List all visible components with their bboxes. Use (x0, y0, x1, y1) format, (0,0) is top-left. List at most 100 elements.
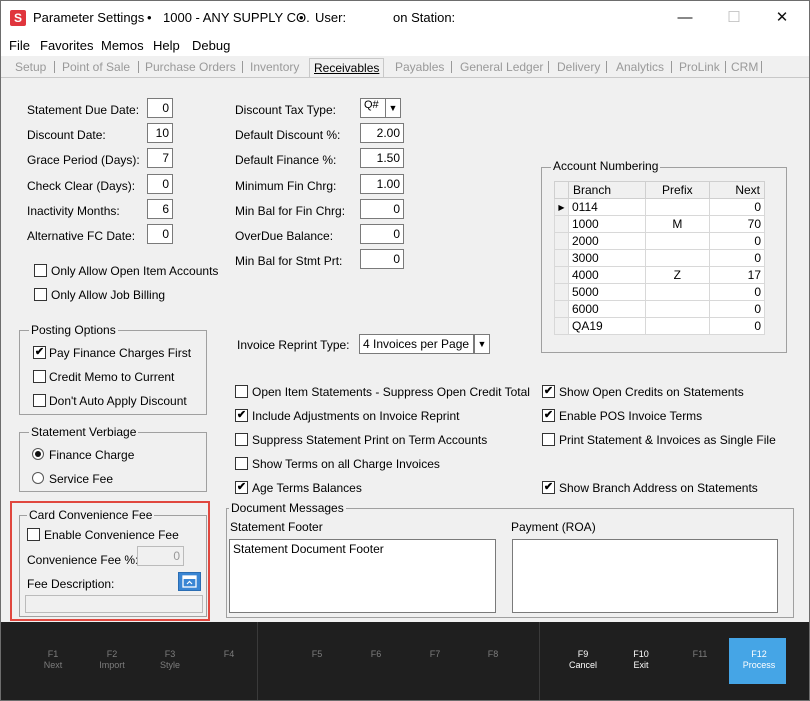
fkey-f3[interactable]: F3 Style (141, 649, 199, 671)
default-discount-input[interactable]: 2.00 (360, 123, 404, 143)
fkey-f10[interactable]: F10 Exit (612, 649, 670, 671)
min-bal-fin-chrg-input[interactable]: 0 (360, 199, 404, 219)
next-cell[interactable]: 0 (709, 283, 765, 301)
statement-due-date-input[interactable]: 0 (147, 98, 173, 118)
invoice-reprint-type-select[interactable]: 4 Invoices per Page (359, 334, 474, 354)
tab-purchase-orders[interactable]: Purchase Orders (145, 60, 236, 74)
payment-roa-textarea[interactable] (512, 539, 778, 613)
enable-convenience-fee-checkbox[interactable] (27, 528, 40, 541)
menu-help[interactable]: Help (153, 38, 180, 53)
suppress-open-credit-checkbox[interactable] (235, 385, 248, 398)
row-selector[interactable]: ▶ (554, 198, 569, 216)
alternative-fc-date-input[interactable]: 0 (147, 224, 173, 244)
tab-setup[interactable]: Setup (15, 60, 46, 74)
branch-cell[interactable]: 0114 (568, 198, 646, 216)
prefix-cell[interactable] (644, 232, 711, 250)
tab-general-ledger[interactable]: General Ledger (460, 60, 543, 74)
prefix-cell[interactable] (644, 283, 711, 301)
suppress-statement-print-checkbox[interactable] (235, 433, 248, 446)
table-row[interactable]: 5000 0 (554, 283, 765, 301)
next-cell[interactable]: 0 (709, 198, 765, 216)
fkey-f11[interactable]: F11 (671, 649, 729, 660)
maximize-button[interactable]: ☐ (719, 7, 749, 29)
prefix-cell[interactable] (644, 317, 711, 335)
tab-crm[interactable]: CRM (731, 60, 758, 74)
fkey-f8[interactable]: F8 (464, 649, 522, 660)
chevron-down-icon[interactable]: ▼ (474, 334, 490, 354)
branch-cell[interactable]: 3000 (568, 249, 646, 267)
minimum-fin-chrg-input[interactable]: 1.00 (360, 174, 404, 194)
grace-period-input[interactable]: 7 (147, 148, 173, 168)
table-row[interactable]: 2000 0 (554, 232, 765, 250)
pay-finance-first-checkbox[interactable]: ✔ (33, 346, 46, 359)
prefix-cell[interactable]: Z (644, 266, 711, 284)
discount-date-input[interactable]: 10 (147, 123, 173, 143)
tab-analytics[interactable]: Analytics (616, 60, 664, 74)
row-selector[interactable] (554, 232, 569, 250)
branch-cell[interactable]: 4000 (568, 266, 646, 284)
col-header-next[interactable]: Next (709, 181, 765, 199)
table-row[interactable]: 3000 0 (554, 249, 765, 267)
credit-memo-current-checkbox[interactable] (33, 370, 46, 383)
menu-memos[interactable]: Memos (101, 38, 144, 53)
branch-cell[interactable]: 5000 (568, 283, 646, 301)
menu-debug[interactable]: Debug (192, 38, 230, 53)
menu-file[interactable]: File (9, 38, 30, 53)
show-terms-checkbox[interactable] (235, 457, 248, 470)
overdue-balance-input[interactable]: 0 (360, 224, 404, 244)
col-header-branch[interactable]: Branch (568, 181, 646, 199)
row-selector[interactable] (554, 317, 569, 335)
next-cell[interactable]: 70 (709, 215, 765, 233)
min-bal-stmt-prt-input[interactable]: 0 (360, 249, 404, 269)
prefix-cell[interactable] (644, 198, 711, 216)
statement-footer-textarea[interactable]: Statement Document Footer (229, 539, 496, 613)
branch-cell[interactable]: 2000 (568, 232, 646, 250)
single-file-checkbox[interactable] (542, 433, 555, 446)
table-row[interactable]: 1000 M 70 (554, 215, 765, 233)
table-row[interactable]: 6000 0 (554, 300, 765, 318)
show-open-credits-checkbox[interactable]: ✔ (542, 385, 555, 398)
row-selector[interactable] (554, 283, 569, 301)
tab-point-of-sale[interactable]: Point of Sale (62, 60, 130, 74)
tab-delivery[interactable]: Delivery (557, 60, 600, 74)
next-cell[interactable]: 0 (709, 300, 765, 318)
age-terms-checkbox[interactable]: ✔ (235, 481, 248, 494)
tab-receivables[interactable]: Receivables (309, 58, 385, 77)
minimize-button[interactable]: — (670, 7, 700, 29)
fkey-f9[interactable]: F9 Cancel (554, 649, 612, 671)
job-billing-checkbox[interactable] (34, 288, 47, 301)
popup-edit-icon[interactable] (178, 572, 201, 591)
prefix-cell[interactable] (644, 300, 711, 318)
open-item-accounts-checkbox[interactable] (34, 264, 47, 277)
fkey-f4[interactable]: F4 (200, 649, 258, 660)
next-cell[interactable]: 0 (709, 317, 765, 335)
menu-favorites[interactable]: Favorites (40, 38, 93, 53)
next-cell[interactable]: 17 (709, 266, 765, 284)
prefix-cell[interactable] (644, 249, 711, 267)
fkey-f1[interactable]: F1 Next (24, 649, 82, 671)
tab-inventory[interactable]: Inventory (250, 60, 299, 74)
chevron-down-icon[interactable]: ▼ (385, 98, 401, 118)
row-selector[interactable] (554, 266, 569, 284)
table-row[interactable]: ▶ 0114 0 (554, 198, 765, 216)
fkey-f12[interactable]: F12 Process (730, 649, 788, 671)
row-selector[interactable] (554, 215, 569, 233)
discount-tax-type-select[interactable]: Q# (360, 98, 386, 118)
check-clear-input[interactable]: 0 (147, 174, 173, 194)
next-cell[interactable]: 0 (709, 232, 765, 250)
service-fee-radio[interactable] (32, 472, 44, 484)
close-button[interactable]: ✕ (767, 7, 797, 29)
fkey-f2[interactable]: F2 Import (83, 649, 141, 671)
branch-cell[interactable]: 1000 (568, 215, 646, 233)
finance-charge-radio[interactable] (32, 448, 44, 460)
col-header-prefix[interactable]: Prefix (644, 181, 711, 199)
row-selector[interactable] (554, 300, 569, 318)
default-finance-input[interactable]: 1.50 (360, 148, 404, 168)
tab-prolink[interactable]: ProLink (679, 60, 720, 74)
fee-description-input[interactable] (25, 595, 203, 613)
inactivity-months-input[interactable]: 6 (147, 199, 173, 219)
table-row[interactable]: QA19 0 (554, 317, 765, 335)
no-auto-discount-checkbox[interactable] (33, 394, 46, 407)
include-adjustments-checkbox[interactable]: ✔ (235, 409, 248, 422)
table-row[interactable]: 4000 Z 17 (554, 266, 765, 284)
